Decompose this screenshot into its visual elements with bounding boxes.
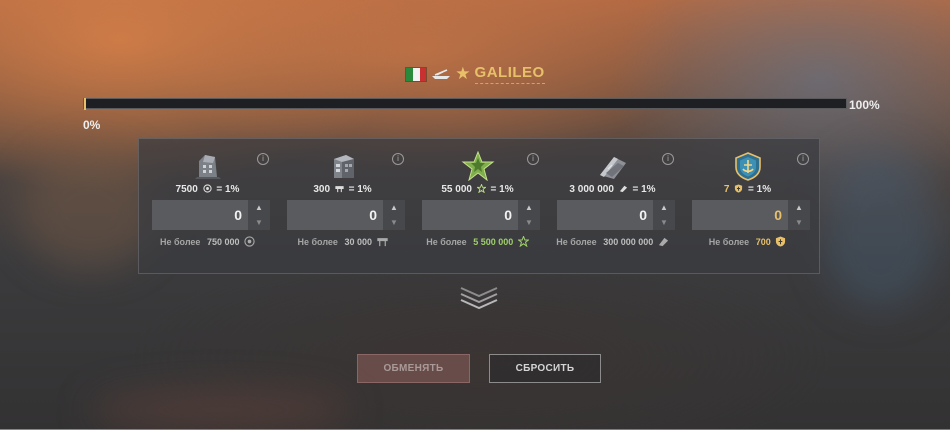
exchange-rate: 7500 = 1% — [140, 184, 275, 195]
info-icon[interactable]: i — [257, 153, 269, 165]
decrease-button[interactable]: ▼ — [518, 215, 540, 230]
resource-limit: Не более 750 000 — [140, 236, 275, 247]
coal-amount-input[interactable]: 0 — [152, 200, 248, 230]
progress-min-label: 0% — [83, 118, 101, 132]
credits-stepper: ▲ ▼ — [653, 200, 675, 230]
ship-name[interactable]: GALILEO — [474, 64, 545, 84]
steel-amount-input[interactable]: 0 — [287, 200, 383, 230]
rate-suffix: = 1% — [748, 184, 772, 195]
credits-mini-icon — [619, 185, 627, 193]
expand-chevron-icon[interactable] — [459, 285, 499, 311]
doubloons-amount-field: 0 ▲ ▼ — [692, 200, 810, 230]
info-icon[interactable]: i — [527, 153, 539, 165]
info-icon[interactable]: i — [662, 153, 674, 165]
resource-limit: Не более 30 000 — [275, 236, 410, 247]
resource-credits: i 3 000 000 = 1% 0 ▲ ▼ Не более 300 000 … — [545, 139, 680, 275]
progress-max-label: 100% — [849, 98, 880, 112]
doubloons-amount-input[interactable]: 0 — [692, 200, 788, 230]
increase-button[interactable]: ▲ — [383, 200, 405, 215]
rate-amount: 3 000 000 — [569, 184, 614, 195]
tier-star-icon: ★ — [455, 64, 471, 83]
resource-limit: Не более 700 — [680, 236, 815, 247]
steel-stepper: ▲ ▼ — [383, 200, 405, 230]
resource-limit: Не более 5 500 000 — [410, 236, 545, 247]
rate-suffix: = 1% — [490, 184, 514, 195]
resource-doubloons: i 7 = 1% 0 ▲ ▼ Не более 700 — [680, 139, 815, 275]
limit-label: Не более — [159, 237, 201, 247]
credits-icon — [596, 151, 630, 181]
exchange-rate: 55 000 = 1% — [410, 184, 545, 195]
free-xp-mini-icon — [517, 236, 529, 247]
increase-button[interactable]: ▲ — [248, 200, 270, 215]
rate-suffix: = 1% — [632, 184, 656, 195]
limit-value: 30 000 — [344, 237, 372, 247]
coal-mini-icon — [202, 184, 212, 193]
rate-amount: 300 — [313, 184, 331, 195]
limit-label: Не более — [556, 237, 597, 247]
limit-label: Не более — [708, 237, 750, 247]
resource-coal: i 7500 = 1% 0 ▲ ▼ Не более 750 000 — [140, 139, 275, 275]
free-xp-amount-field: 0 ▲ ▼ — [422, 200, 540, 230]
exchange-rate: 7 = 1% — [680, 184, 815, 195]
steel-mini-icon — [376, 238, 388, 247]
background-blob — [90, 390, 350, 430]
limit-value: 300 000 000 — [603, 237, 654, 247]
decrease-button[interactable]: ▼ — [788, 215, 810, 230]
rate-amount: 7500 — [175, 184, 198, 195]
resource-steel: i 300 = 1% 0 ▲ ▼ Не более 30 000 — [275, 139, 410, 275]
limit-label: Не более — [426, 237, 467, 247]
steel-mini-icon — [335, 186, 344, 193]
increase-button[interactable]: ▲ — [518, 200, 540, 215]
decrease-button[interactable]: ▼ — [248, 215, 270, 230]
background-blob — [820, 150, 940, 310]
resources-panel: i 7500 = 1% 0 ▲ ▼ Не более 750 000 i 300… — [138, 138, 820, 274]
rate-suffix: = 1% — [348, 184, 372, 195]
ship-header: ★ GALILEO — [0, 64, 950, 84]
free-xp-stepper: ▲ ▼ — [518, 200, 540, 230]
increase-button[interactable]: ▲ — [653, 200, 675, 215]
decrease-button[interactable]: ▼ — [653, 215, 675, 230]
coal-stepper: ▲ ▼ — [248, 200, 270, 230]
exchange-button[interactable]: ОБМЕНЯТЬ — [357, 354, 470, 383]
resource-free-xp: i 55 000 = 1% 0 ▲ ▼ Не более 5 500 000 — [410, 139, 545, 275]
credits-mini-icon — [658, 237, 668, 247]
rate-suffix: = 1% — [216, 184, 240, 195]
exchange-progress-bar — [83, 98, 847, 110]
coal-amount-field: 0 ▲ ▼ — [152, 200, 270, 230]
rate-amount: 55 000 — [441, 184, 472, 195]
italy-flag-icon — [405, 66, 428, 82]
exchange-rate: 300 = 1% — [275, 184, 410, 195]
aircraft-carrier-icon — [431, 67, 451, 81]
increase-button[interactable]: ▲ — [788, 200, 810, 215]
progress-start-marker — [84, 98, 86, 110]
doubloons-mini-icon — [776, 236, 786, 247]
reset-button[interactable]: СБРОСИТЬ — [489, 354, 601, 383]
free-xp-mini-icon — [476, 184, 486, 193]
free-xp-icon — [461, 151, 495, 181]
decrease-button[interactable]: ▼ — [383, 215, 405, 230]
coal-icon — [191, 151, 225, 181]
doubloons-mini-icon — [735, 184, 743, 193]
exchange-rate: 3 000 000 = 1% — [545, 184, 680, 195]
credits-amount-input[interactable]: 0 — [557, 200, 653, 230]
steel-amount-field: 0 ▲ ▼ — [287, 200, 405, 230]
doubloons-stepper: ▲ ▼ — [788, 200, 810, 230]
info-icon[interactable]: i — [797, 153, 809, 165]
limit-value: 5 500 000 — [473, 237, 514, 247]
steel-icon — [326, 151, 360, 181]
resource-limit: Не более 300 000 000 — [545, 236, 680, 247]
limit-label: Не более — [297, 237, 338, 247]
credits-amount-field: 0 ▲ ▼ — [557, 200, 675, 230]
doubloons-icon — [731, 151, 765, 181]
limit-value: 750 000 — [206, 237, 240, 247]
limit-value: 700 — [755, 237, 771, 247]
info-icon[interactable]: i — [392, 153, 404, 165]
free-xp-amount-input[interactable]: 0 — [422, 200, 518, 230]
rate-amount: 7 — [723, 184, 730, 195]
coal-mini-icon — [244, 236, 255, 247]
